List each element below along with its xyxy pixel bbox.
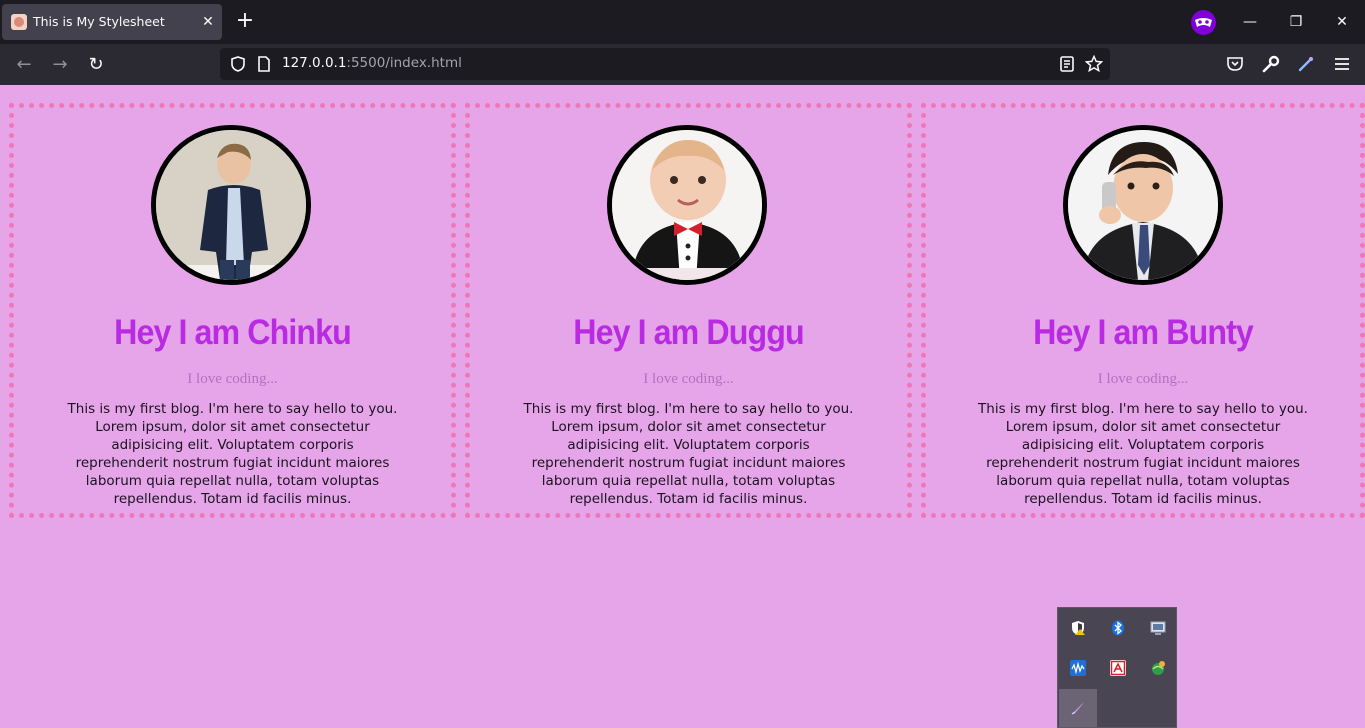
new-tab-icon[interactable]: + xyxy=(233,10,257,34)
card-bunty: Hey I am Bunty I love coding... This is … xyxy=(921,103,1365,518)
tray-audio[interactable] xyxy=(1059,649,1097,687)
avatar-duggu xyxy=(607,125,767,285)
reload-icon[interactable]: ↻ xyxy=(83,52,109,78)
menu-icon[interactable] xyxy=(1332,54,1352,74)
card-subtitle: I love coding... xyxy=(187,371,278,387)
acrobat-icon xyxy=(1110,660,1126,676)
avatar-bunty xyxy=(1063,125,1223,285)
card-title: Hey I am Chinku xyxy=(114,313,352,352)
card-text: This is my first blog. I'm here to say h… xyxy=(67,401,398,507)
card-chinku: Hey I am Chinku I love coding... This is… xyxy=(9,103,456,518)
url-bar[interactable]: 127.0.0.1:5500/index.html xyxy=(220,48,1110,80)
back-icon[interactable]: ← xyxy=(11,52,37,78)
tray-network[interactable] xyxy=(1139,649,1177,687)
pen-icon xyxy=(1071,702,1084,715)
nav-bar: ← → ↻ 127.0.0.1:5500/index.html xyxy=(0,44,1365,85)
avatar-chinku xyxy=(151,125,311,285)
pocket-icon[interactable] xyxy=(1225,54,1245,74)
url-path: :5500/index.html xyxy=(346,55,462,71)
cards-container: Hey I am Chinku I love coding... This is… xyxy=(9,103,1365,518)
card-text: This is my first blog. I'm here to say h… xyxy=(978,401,1308,507)
page-icon[interactable] xyxy=(257,56,271,72)
network-icon xyxy=(1152,661,1165,675)
url-text[interactable]: 127.0.0.1:5500/index.html xyxy=(282,55,462,71)
display-icon xyxy=(1150,621,1166,635)
url-host: 127.0.0.1 xyxy=(282,55,347,71)
close-icon[interactable]: ✕ xyxy=(1330,10,1354,34)
card-text: This is my first blog. I'm here to say h… xyxy=(523,401,854,507)
theme-brush-icon[interactable] xyxy=(1296,54,1316,74)
bookmark-star-icon[interactable] xyxy=(1085,55,1103,73)
card-subtitle: I love coding... xyxy=(643,371,734,387)
card-duggu: Hey I am Duggu I love coding... This is … xyxy=(465,103,912,518)
restore-icon[interactable]: ❐ xyxy=(1284,10,1308,34)
card-title: Hey I am Bunty xyxy=(1033,313,1254,352)
shield-icon[interactable] xyxy=(230,56,246,72)
forward-icon[interactable]: → xyxy=(47,52,73,78)
wrench-icon[interactable] xyxy=(1261,54,1281,74)
audio-icon xyxy=(1070,660,1086,676)
tray-pen[interactable] xyxy=(1059,689,1097,727)
tab-title: This is My Stylesheet xyxy=(33,14,165,29)
security-warning-icon xyxy=(1072,621,1085,635)
tab-bar: This is My Stylesheet ✕ + — ❐ ✕ xyxy=(0,0,1365,44)
minimize-icon[interactable]: — xyxy=(1238,10,1262,34)
card-title: Hey I am Duggu xyxy=(573,313,804,352)
tab-close-icon[interactable]: ✕ xyxy=(198,12,218,32)
tray-security[interactable] xyxy=(1059,609,1097,647)
system-tray-overflow xyxy=(1057,607,1177,728)
reader-view-icon[interactable] xyxy=(1058,55,1076,73)
card-subtitle: I love coding... xyxy=(1097,371,1189,387)
bluetooth-icon xyxy=(1112,620,1124,636)
tray-bluetooth[interactable] xyxy=(1099,609,1137,647)
tray-acrobat[interactable] xyxy=(1099,649,1137,687)
tray-display[interactable] xyxy=(1139,609,1177,647)
tab-active[interactable]: This is My Stylesheet ✕ xyxy=(2,4,222,40)
favicon-icon xyxy=(11,14,27,30)
private-mask-icon[interactable] xyxy=(1191,10,1216,35)
